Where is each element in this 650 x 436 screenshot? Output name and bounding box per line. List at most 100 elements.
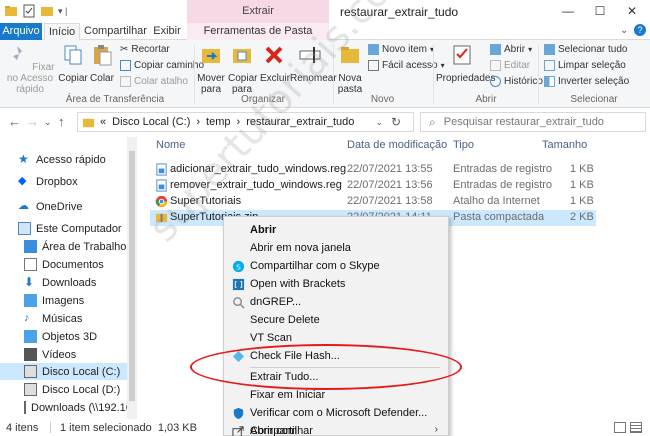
breadcrumb-drive[interactable]: Disco Local (C:) <box>112 116 190 128</box>
menu-item-secure-delete[interactable]: Secure Delete <box>224 311 448 329</box>
invert-selection-button[interactable]: Inverter seleção <box>544 76 629 87</box>
nav-item-local-disk-d[interactable]: Disco Local (D:) <box>0 381 127 398</box>
tab-share[interactable]: Compartilhar <box>84 23 147 40</box>
breadcrumb-separator[interactable]: › <box>237 116 241 128</box>
tab-file[interactable]: Arquivo <box>0 23 42 40</box>
quick-access-toolbar: ▾ | <box>4 4 67 18</box>
clear-selection-button[interactable]: Limpar seleção <box>544 60 626 71</box>
tab-compressed-folder-tools[interactable]: Ferramentas de Pasta Compactada <box>187 23 329 53</box>
breadcrumb-temp[interactable]: temp <box>206 116 230 128</box>
file-row[interactable]: adicionar_extrair_tudo_windows.reg 22/07… <box>150 162 596 178</box>
nav-item-3d-objects[interactable]: Objetos 3D <box>0 328 127 345</box>
edit-button[interactable]: Editar <box>490 60 530 71</box>
paste-shortcut-button[interactable]: Colar atalho <box>120 76 188 87</box>
properties-label: Propriedades <box>436 73 496 84</box>
properties-icon <box>453 45 471 65</box>
help-icon[interactable]: ? <box>634 24 646 36</box>
navigation-pane: ★ Acesso rápido ◆ Dropbox ☁ OneDrive Este C… <box>0 137 127 419</box>
maximize-button[interactable]: ☐ <box>584 0 616 23</box>
menu-item-open-with[interactable]: Abrir com › <box>224 424 448 436</box>
submenu-arrow-icon: › <box>434 424 438 435</box>
refresh-icon[interactable]: ↻ <box>391 115 401 129</box>
registry-file-icon <box>156 179 167 192</box>
search-box[interactable]: ⌕ Pesquisar restaurar_extrair_tudo <box>420 112 646 132</box>
nav-label: Imagens <box>42 294 85 307</box>
large-icons-view-icon[interactable] <box>630 422 642 433</box>
open-button[interactable]: Abrir ▾ <box>490 44 532 55</box>
nav-item-onedrive[interactable]: ☁ OneDrive <box>0 198 127 215</box>
tab-home[interactable]: Início <box>44 23 80 41</box>
history-button[interactable]: Histórico <box>490 76 543 87</box>
search-input[interactable]: Pesquisar restaurar_extrair_tudo <box>444 116 604 128</box>
nav-item-documents[interactable]: Documentos <box>0 256 127 273</box>
column-header-date[interactable]: Data de modificação <box>347 139 447 155</box>
cut-button[interactable]: ✂ Recortar <box>120 44 170 55</box>
nav-item-network-downloads[interactable]: Downloads (\\192.168 <box>0 399 127 416</box>
delete-button[interactable]: Excluir <box>260 43 290 84</box>
copy-to-button[interactable]: Copiar para <box>228 43 257 95</box>
new-item-button[interactable]: Novo item▾ <box>368 44 434 55</box>
column-header-type[interactable]: Tipo <box>453 139 474 155</box>
pin-quick-access-button[interactable]: Fixar no Acesso rápido <box>4 43 56 95</box>
nav-item-music[interactable]: ♪ Músicas <box>0 310 127 327</box>
copy-button[interactable]: Copiar <box>58 43 88 84</box>
breadcrumb-overflow[interactable]: « <box>100 116 106 128</box>
menu-item-share-skype[interactable]: S Compartilhar com o Skype <box>224 257 448 275</box>
nav-item-downloads[interactable]: ⬇ Downloads <box>0 274 127 291</box>
menu-item-label: Abrir com <box>250 425 298 436</box>
customize-qat-icon[interactable]: ▾ | <box>58 6 67 17</box>
new-folder-button[interactable]: Nova pasta <box>335 43 365 95</box>
nav-item-quick-access[interactable]: ★ Acesso rápido <box>0 151 127 168</box>
breadcrumb-separator[interactable]: › <box>196 116 200 128</box>
menu-item-open-new-window[interactable]: Abrir em nova janela <box>224 239 448 257</box>
nav-scrollbar[interactable] <box>127 137 137 419</box>
address-dropdown-icon[interactable]: ⌄ <box>375 117 383 128</box>
copy-path-button[interactable]: Copiar caminho <box>120 60 204 71</box>
details-view-icon[interactable] <box>614 422 626 433</box>
organize-group-label: Organizar <box>241 94 285 105</box>
menu-item-open[interactable]: Abrir <box>224 221 448 239</box>
scrollbar-thumb[interactable] <box>129 151 135 401</box>
nav-item-dropbox[interactable]: ◆ Dropbox <box>0 173 127 190</box>
up-arrow-icon[interactable]: ↑ <box>58 114 65 129</box>
move-to-button[interactable]: Mover para <box>196 43 226 95</box>
column-header-size[interactable]: Tamanho <box>542 139 587 155</box>
documents-icon <box>24 258 37 271</box>
file-row[interactable]: SuperTutoriais 22/07/2021 13:58 Atalho d… <box>150 194 596 210</box>
cut-label: Recortar <box>131 44 170 55</box>
menu-item-open-brackets[interactable]: Open with Brackets <box>224 275 448 293</box>
menu-item-defender-scan[interactable]: Verificar com o Microsoft Defender... <box>224 404 448 422</box>
nav-item-pictures[interactable]: Imagens <box>0 292 127 309</box>
recent-chevron-icon[interactable]: ⌄ <box>44 117 52 128</box>
breadcrumb-current[interactable]: restaurar_extrair_tudo <box>246 116 354 128</box>
registry-file-icon <box>156 163 167 176</box>
column-header-name[interactable]: Nome <box>156 139 185 155</box>
select-all-button[interactable]: Selecionar tudo <box>544 44 628 55</box>
context-tab-header: Extrair <box>187 0 329 23</box>
address-bar[interactable]: « Disco Local (C:) › temp › restaurar_ex… <box>77 112 414 132</box>
close-button[interactable]: ✕ <box>616 0 648 23</box>
nav-item-desktop[interactable]: Área de Trabalho <box>0 238 127 255</box>
forward-arrow-icon[interactable]: → <box>26 114 39 129</box>
nav-label: Documentos <box>42 258 104 271</box>
minimize-button[interactable]: — <box>552 0 584 23</box>
new-folder-icon[interactable] <box>40 4 54 18</box>
ribbon-expand-icon[interactable]: ⌄ <box>620 25 628 36</box>
new-group-label: Novo <box>370 94 395 105</box>
paste-button[interactable]: Colar <box>88 43 116 84</box>
back-arrow-icon[interactable]: ← <box>8 114 21 129</box>
menu-item-dngrep[interactable]: dnGREP... <box>224 293 448 311</box>
properties-icon[interactable] <box>22 4 36 18</box>
move-to-label: Mover para <box>197 73 225 95</box>
tab-view[interactable]: Exibir <box>150 23 184 40</box>
nav-item-local-disk-c[interactable]: Disco Local (C:) <box>0 363 127 380</box>
drive-icon <box>24 365 37 378</box>
rename-button[interactable]: Renomear <box>290 43 337 84</box>
nav-item-videos[interactable]: Vídeos <box>0 346 127 363</box>
properties-button[interactable]: Propriedades <box>436 43 495 84</box>
file-size: 2 KB <box>570 211 594 223</box>
file-row[interactable]: remover_extrair_tudo_windows.reg 22/07/2… <box>150 178 596 194</box>
nav-item-this-pc[interactable]: Este Computador <box>0 220 127 237</box>
open-group-label: Abrir <box>475 94 497 105</box>
nav-label: Vídeos <box>42 348 77 361</box>
